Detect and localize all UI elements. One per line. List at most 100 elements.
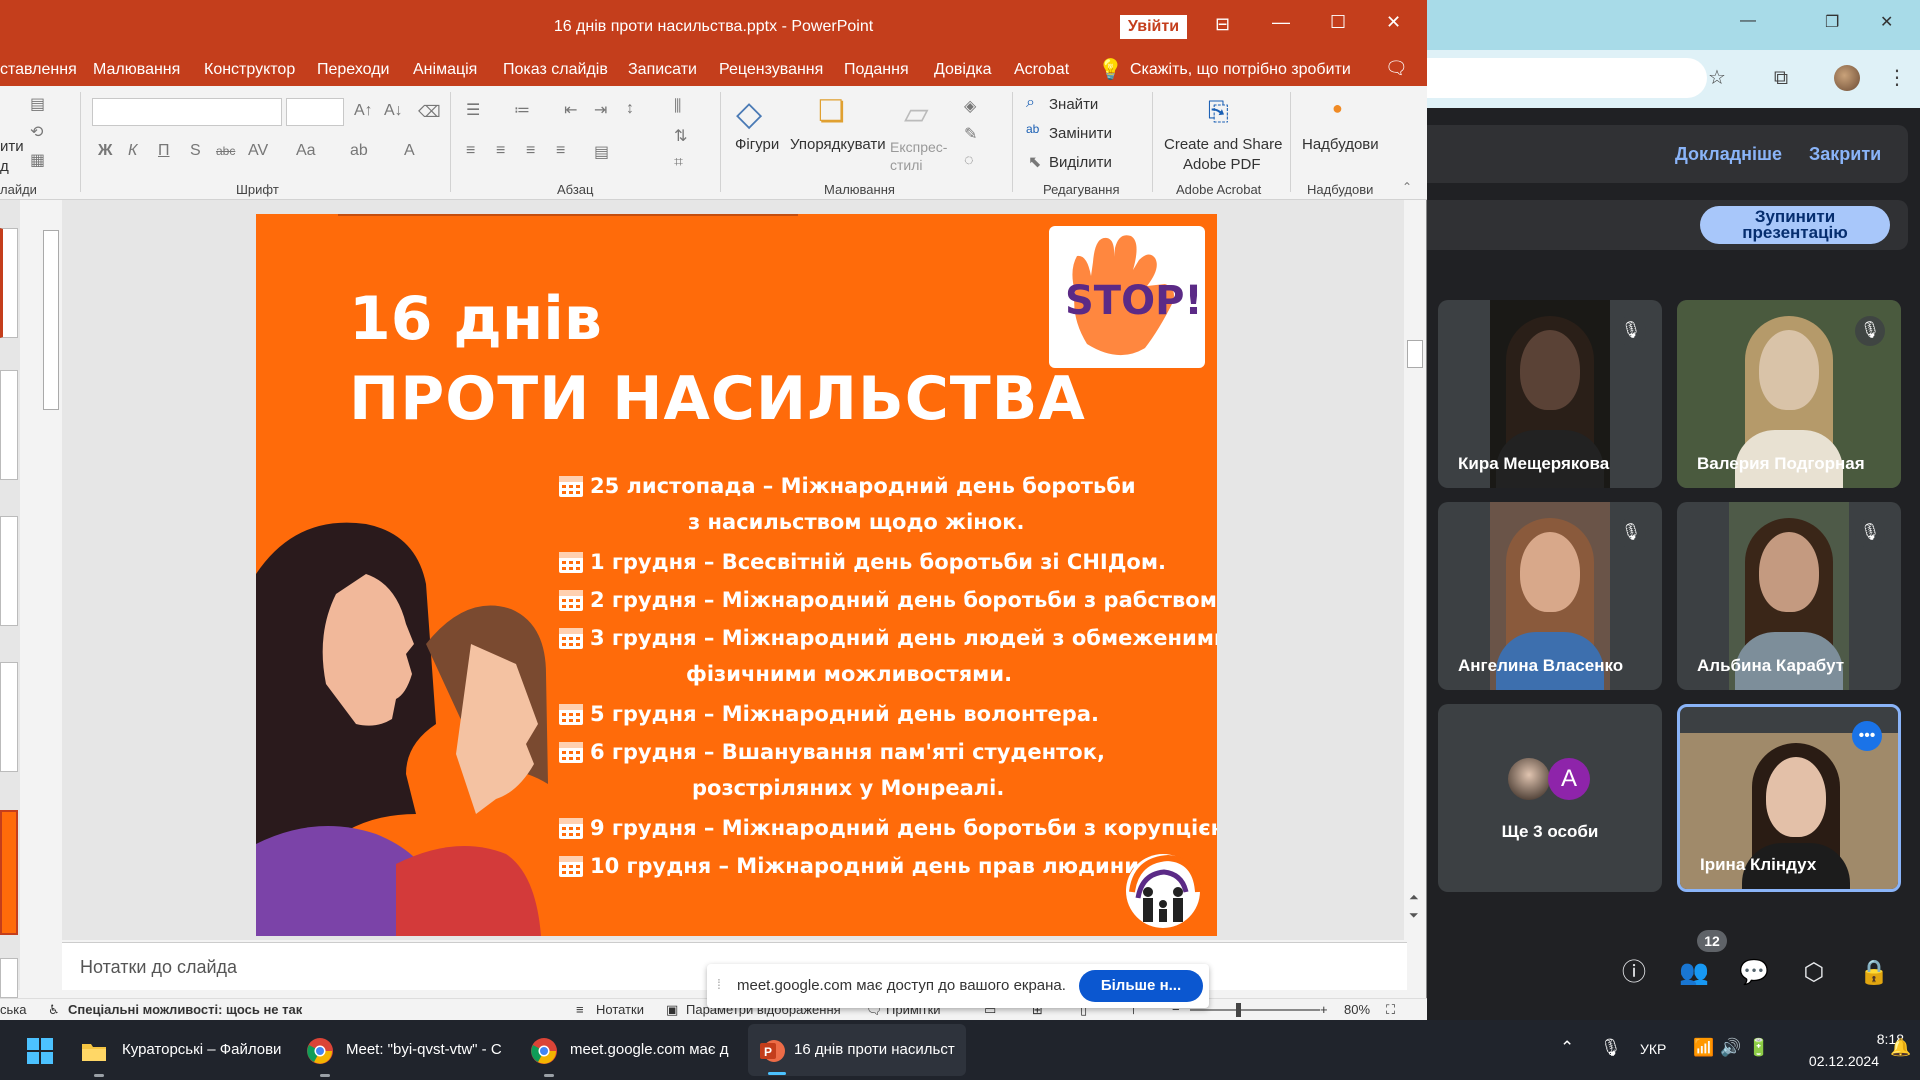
slide-thumbnail[interactable]	[0, 958, 18, 998]
zoom-level[interactable]: 80%	[1344, 1002, 1370, 1017]
italic-button[interactable]: К	[128, 142, 137, 160]
notes-toggle[interactable]: Нотатки	[596, 1002, 644, 1017]
activities-icon[interactable]: ⬡	[1796, 955, 1832, 991]
select-icon[interactable]: ⬉	[1028, 152, 1041, 172]
font-size-select[interactable]	[286, 98, 344, 126]
slide-thumbnail[interactable]	[0, 228, 18, 338]
participant-tile[interactable]: 🎙 Кира Мещерякова	[1438, 300, 1662, 488]
shadow-button[interactable]: S	[190, 142, 201, 160]
battery-icon[interactable]: 🔋	[1748, 1038, 1769, 1058]
tab-transitions[interactable]: Переходи	[317, 61, 389, 79]
bullets-icon[interactable]: ☰	[466, 100, 480, 120]
slide-thumbnail[interactable]	[0, 662, 18, 772]
decrease-font-icon[interactable]: A↓	[384, 102, 403, 120]
stop-presenting-button[interactable]: Зупинити презентацію	[1700, 206, 1890, 244]
tab-acrobat[interactable]: Acrobat	[1014, 61, 1069, 79]
shape-outline-icon[interactable]: ✎	[964, 124, 977, 144]
select-button[interactable]: Виділити	[1049, 154, 1112, 171]
participant-tile-active[interactable]: ••• Ірина Кліндух	[1677, 704, 1901, 892]
thumbnails-scrollbar[interactable]	[40, 200, 62, 995]
next-slide-icon[interactable]: ⏷	[1409, 908, 1419, 923]
fit-slide-icon[interactable]: ⛶	[1386, 1002, 1395, 1018]
tab-animation[interactable]: Анімація	[413, 61, 477, 79]
decrease-indent-icon[interactable]: ⇤	[564, 100, 577, 120]
prev-slide-icon[interactable]: ⏶	[1409, 890, 1419, 905]
start-icon[interactable]	[26, 1037, 54, 1065]
tab-record[interactable]: Записати	[628, 61, 697, 79]
bookmark-star-icon[interactable]: ☆	[1704, 65, 1730, 91]
reset-icon[interactable]: ⟲	[30, 122, 43, 142]
chat-icon[interactable]: 💬	[1736, 955, 1772, 991]
increase-font-icon[interactable]: A↑	[354, 102, 373, 120]
slide-thumbnail[interactable]	[0, 370, 18, 480]
minimize-icon[interactable]: —	[1740, 12, 1756, 30]
share-more-button[interactable]: Більше н...	[1079, 970, 1203, 1002]
wifi-icon[interactable]: 📶	[1693, 1038, 1714, 1058]
align-center-icon[interactable]: ≡	[496, 142, 505, 160]
arrange-icon[interactable]: ❏	[818, 94, 845, 129]
close-banner-link[interactable]: Закрити	[1809, 144, 1881, 165]
slide-thumbnails[interactable]	[0, 200, 20, 998]
bold-button[interactable]: Ж	[98, 142, 112, 160]
text-direction-icon[interactable]: ⇅	[674, 126, 687, 146]
align-right-icon[interactable]: ≡	[526, 142, 535, 160]
collapse-ribbon-icon[interactable]: ⌃	[1402, 180, 1412, 194]
shape-effects-icon[interactable]: ◌	[964, 152, 974, 170]
drag-handle-icon[interactable]: ⁞	[717, 976, 721, 992]
underline-button[interactable]: П	[158, 142, 170, 160]
more-options-icon[interactable]: •••	[1852, 721, 1882, 751]
ribbon-label[interactable]: ити	[0, 138, 24, 155]
tab-slideshow[interactable]: Показ слайдів	[503, 61, 608, 79]
clear-format-icon[interactable]: ⌫	[418, 102, 441, 122]
tab-insert[interactable]: ставлення	[0, 61, 77, 79]
notes-placeholder[interactable]: Нотатки до слайда	[80, 957, 237, 978]
volume-icon[interactable]: 🔊	[1720, 1038, 1741, 1058]
spacing-button[interactable]: AV	[248, 142, 268, 160]
profile-avatar[interactable]	[1834, 65, 1860, 91]
zoom-in-icon[interactable]: +	[1320, 1002, 1328, 1017]
arrange-button[interactable]: Упорядкувати	[790, 136, 886, 153]
extensions-icon[interactable]: ⧉	[1768, 65, 1794, 91]
addins-icon[interactable]: ●	[1332, 98, 1343, 119]
minimize-icon[interactable]: —	[1272, 12, 1290, 33]
tab-review[interactable]: Рецензування	[719, 61, 823, 79]
zoom-slider-thumb[interactable]	[1236, 1003, 1241, 1017]
line-spacing-icon[interactable]: ↕	[626, 100, 634, 118]
keyboard-language[interactable]: УКР	[1640, 1041, 1666, 1057]
create-pdf-icon[interactable]: ⎘	[1208, 96, 1229, 128]
justify-icon[interactable]: ≡	[556, 142, 565, 160]
slide-thumbnail[interactable]	[0, 516, 18, 626]
close-icon[interactable]: ✕	[1386, 12, 1401, 33]
layout-icon[interactable]: ▤	[30, 94, 45, 114]
tell-me-search[interactable]: Скажіть, що потрібно зробити	[1130, 61, 1351, 79]
tab-draw[interactable]: Малювання	[93, 61, 180, 79]
comment-icon[interactable]: 🗨	[1385, 58, 1408, 79]
smartart-icon[interactable]: ⌗	[674, 154, 683, 172]
ribbon-label[interactable]: д	[0, 158, 9, 175]
tab-view[interactable]: Подання	[844, 61, 909, 79]
align-left-icon[interactable]: ≡	[466, 142, 475, 160]
chrome-menu-icon[interactable]: ⋮	[1884, 65, 1910, 91]
increase-indent-icon[interactable]: ⇥	[594, 100, 607, 120]
zoom-slider[interactable]	[1190, 1009, 1320, 1011]
quick-styles-button[interactable]: Експрес- стилі	[890, 138, 947, 174]
participant-tile[interactable]: 🎙 Валерия Подгорная	[1677, 300, 1901, 488]
create-pdf-line2[interactable]: Adobe PDF	[1183, 156, 1261, 173]
find-button[interactable]: Знайти	[1049, 96, 1098, 113]
restore-icon[interactable]: ❐	[1825, 12, 1839, 32]
columns-icon[interactable]: ⫼	[674, 98, 681, 116]
participant-tile[interactable]: 🎙 Альбина Карабут	[1677, 502, 1901, 690]
close-icon[interactable]: ✕	[1880, 12, 1893, 32]
more-participants-tile[interactable]: A Ще 3 особи	[1438, 704, 1662, 892]
quick-styles-icon[interactable]: ▱	[904, 94, 929, 132]
replace-icon[interactable]: ab	[1026, 122, 1039, 136]
ribbon-display-icon[interactable]: ⊟	[1215, 14, 1230, 35]
shapes-icon[interactable]: ◇	[736, 94, 762, 134]
find-icon[interactable]: ⌕	[1026, 94, 1035, 112]
highlight-icon[interactable]: ab	[350, 142, 368, 160]
clock-date[interactable]: 02.12.2024	[1799, 1053, 1879, 1069]
shape-fill-icon[interactable]: ◈	[964, 96, 976, 116]
slide-canvas[interactable]: 16 днів ПРОТИ НАСИЛЬСТВА STOP! 25 листоп…	[256, 214, 1217, 936]
people-icon[interactable]: 👥	[1676, 955, 1712, 991]
font-color-button[interactable]: A	[404, 142, 415, 160]
